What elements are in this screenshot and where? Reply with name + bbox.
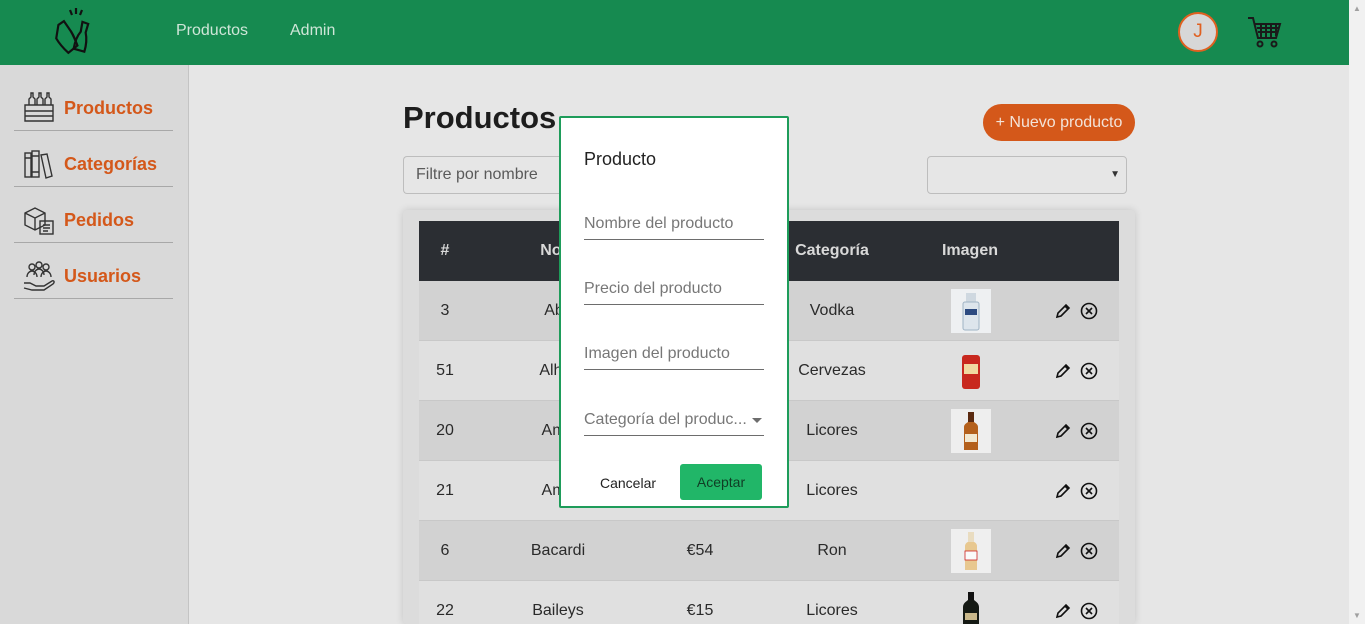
dialog-title: Producto <box>584 149 657 169</box>
cell-name: Bacardi <box>530 542 586 559</box>
sidebar: Productos Categorías Pedidos Usuarios <box>0 65 189 624</box>
product-image-field[interactable]: Imagen del producto <box>584 340 764 370</box>
avatar[interactable]: J <box>1178 12 1218 52</box>
sidebar-item-usuarios[interactable]: Usuarios <box>14 254 173 299</box>
cell-category: Licores <box>806 602 858 619</box>
dropdown-arrow-icon <box>752 418 762 423</box>
sidebar-item-productos[interactable]: Productos <box>14 86 173 131</box>
cell-price: €15 <box>686 602 714 619</box>
nav-link-productos[interactable]: Productos <box>176 22 248 40</box>
delete-circle-x-icon[interactable] <box>1080 362 1098 380</box>
product-name-field[interactable]: Nombre del producto <box>584 210 764 240</box>
vodka-bottle-image <box>951 289 991 333</box>
avatar-initial: J <box>1193 21 1203 42</box>
bottles-crate-icon <box>24 92 54 122</box>
product-image-placeholder: Imagen del producto <box>584 345 730 362</box>
delete-circle-x-icon[interactable] <box>1080 482 1098 500</box>
cell-category: Licores <box>806 422 858 439</box>
cell-category: Cervezas <box>798 362 866 379</box>
scroll-down-icon[interactable]: ▼ <box>1353 611 1361 620</box>
sidebar-item-label: Categorías <box>64 153 158 174</box>
edit-pencil-icon[interactable] <box>1054 302 1072 320</box>
edit-pencil-icon[interactable] <box>1054 422 1072 440</box>
product-name-placeholder: Nombre del producto <box>584 215 734 232</box>
delete-circle-x-icon[interactable] <box>1080 602 1098 620</box>
sidebar-item-categorias[interactable]: Categorías <box>14 142 173 187</box>
cell-category: Ron <box>817 542 847 559</box>
beer-can-image <box>962 355 980 389</box>
page-title: Productos <box>403 100 557 135</box>
product-price-placeholder: Precio del producto <box>584 280 722 297</box>
product-dialog: Producto Nombre del producto Precio del … <box>559 116 789 508</box>
books-icon <box>24 150 53 179</box>
cell-category: Licores <box>806 482 858 499</box>
shopping-cart-icon[interactable] <box>1246 14 1282 50</box>
edit-pencil-icon[interactable] <box>1054 542 1072 560</box>
column-header-image: Imagen <box>941 242 998 259</box>
cell-id: 20 <box>436 422 454 439</box>
top-navbar: Productos Admin J <box>0 0 1349 65</box>
cell-name: Baileys <box>532 602 584 619</box>
edit-pencil-icon[interactable] <box>1054 362 1072 380</box>
select-arrow-icon: ▼ <box>1110 169 1120 180</box>
cell-id: 51 <box>436 362 454 379</box>
cell-id: 3 <box>440 302 450 319</box>
product-category-placeholder: Categoría del produc... <box>584 411 746 428</box>
cell-category: Vodka <box>809 302 855 319</box>
cell-price: €54 <box>686 542 714 559</box>
sidebar-item-label: Productos <box>64 97 154 118</box>
filter-name-input[interactable] <box>403 156 563 194</box>
beer-bottles-logo-icon[interactable] <box>50 6 98 58</box>
cancel-button[interactable]: Cancelar <box>591 466 665 500</box>
sidebar-item-label: Pedidos <box>64 209 135 230</box>
delete-circle-x-icon[interactable] <box>1080 302 1098 320</box>
liqueur-bottle-image <box>951 409 991 453</box>
cell-id: 22 <box>436 602 454 619</box>
edit-pencil-icon[interactable] <box>1054 482 1072 500</box>
cell-id: 21 <box>436 482 454 499</box>
nav-link-admin[interactable]: Admin <box>290 22 335 40</box>
product-category-select[interactable]: Categoría del produc... <box>584 406 764 436</box>
table-row: 6 Bacardi €54 Ron <box>419 521 1119 581</box>
table-row: 22 Baileys €15 Licores <box>419 581 1119 624</box>
delete-circle-x-icon[interactable] <box>1080 542 1098 560</box>
accept-button[interactable]: Aceptar <box>680 464 762 500</box>
product-price-field[interactable]: Precio del producto <box>584 275 764 305</box>
users-hand-icon <box>23 261 55 291</box>
delete-circle-x-icon[interactable] <box>1080 422 1098 440</box>
page-scrollbar[interactable]: ▲ ▼ <box>1349 0 1365 624</box>
rum-bottle-image <box>951 529 991 573</box>
sidebar-item-label: Usuarios <box>64 265 142 286</box>
cell-id: 6 <box>440 542 450 559</box>
edit-pencil-icon[interactable] <box>1054 602 1072 620</box>
cream-liqueur-bottle-image <box>963 592 979 624</box>
column-header-category: Categoría <box>795 242 869 259</box>
scroll-up-icon[interactable]: ▲ <box>1353 4 1361 13</box>
column-header-id: # <box>440 242 450 259</box>
sidebar-item-pedidos[interactable]: Pedidos <box>14 198 173 243</box>
packages-icon <box>24 207 54 235</box>
category-filter-select[interactable]: ▼ <box>927 156 1127 194</box>
new-product-button[interactable]: + Nuevo producto <box>983 104 1135 141</box>
